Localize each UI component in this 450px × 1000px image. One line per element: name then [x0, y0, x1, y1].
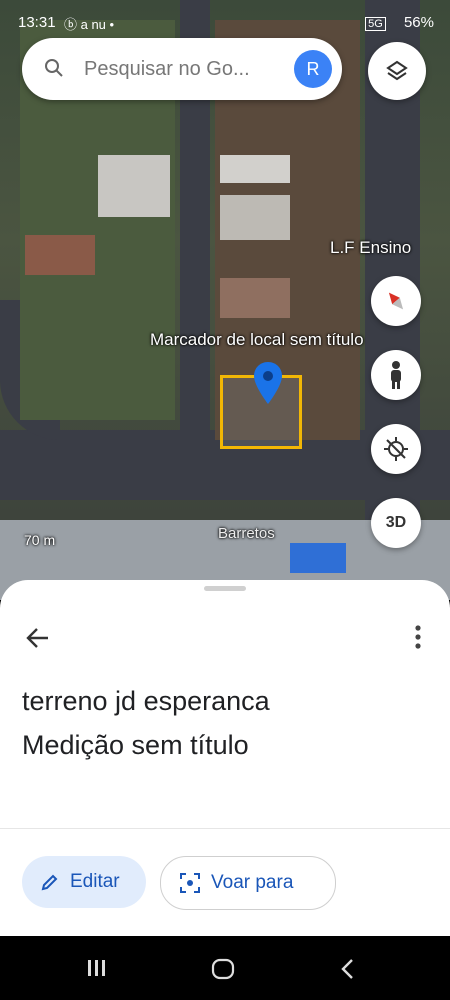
pool [290, 543, 346, 573]
fly-label: Voar para [211, 872, 294, 893]
pegman-icon [391, 361, 401, 389]
android-nav-bar [0, 936, 450, 1000]
account-avatar[interactable]: R [294, 50, 332, 88]
location-marker-icon[interactable] [253, 362, 283, 404]
search-bar[interactable]: Pesquisar no Go... R [22, 38, 342, 100]
battery-level: 56% [403, 14, 434, 31]
street-view-button[interactable] [371, 350, 421, 400]
pencil-icon [41, 874, 58, 891]
edit-label: Editar [70, 871, 120, 892]
layers-icon [386, 60, 408, 81]
home-icon[interactable] [211, 958, 235, 980]
divider [0, 828, 450, 829]
building [220, 155, 290, 183]
building [98, 155, 170, 217]
building [220, 195, 290, 240]
fly-to-button[interactable]: Voar para [160, 856, 336, 910]
recent-apps-icon[interactable] [86, 958, 108, 978]
place-subtitle: Medição sem título [22, 730, 249, 760]
bottom-sheet[interactable]: terreno jd esperanca Medição sem título … [0, 580, 450, 936]
building [25, 235, 95, 275]
building [220, 278, 290, 318]
search-icon [45, 59, 63, 77]
city-watermark: Barretos [218, 525, 275, 542]
notification-icons: ⓑ a nu • [64, 17, 115, 32]
back-nav-icon[interactable] [340, 958, 356, 980]
layers-button[interactable] [368, 42, 426, 100]
location-off-icon [384, 437, 408, 461]
3d-label: 3D [385, 514, 407, 531]
scale-label: 70 m [24, 532, 56, 548]
edit-button[interactable]: Editar [22, 856, 146, 908]
compass-button[interactable] [371, 276, 421, 326]
drag-handle[interactable] [204, 586, 246, 591]
compass-icon [388, 292, 404, 310]
3d-toggle-button[interactable]: 3D [371, 498, 421, 548]
clock: 13:31 [18, 14, 56, 31]
my-location-button[interactable] [371, 424, 421, 474]
marker-label[interactable]: Marcador de local sem título [150, 330, 364, 350]
network-indicator: 5G [365, 17, 386, 31]
place-title: terreno jd esperanca [22, 686, 270, 716]
back-arrow-icon[interactable] [24, 624, 52, 652]
status-right: 5G 56% [365, 14, 434, 31]
center-focus-icon [180, 873, 200, 893]
status-bar: 13:31 ⓑ a nu • 5G 56% [0, 0, 450, 40]
more-vert-icon[interactable] [414, 624, 422, 650]
poi-label[interactable]: L.F Ensino [330, 238, 411, 258]
search-placeholder[interactable]: Pesquisar no Go... [84, 58, 250, 81]
